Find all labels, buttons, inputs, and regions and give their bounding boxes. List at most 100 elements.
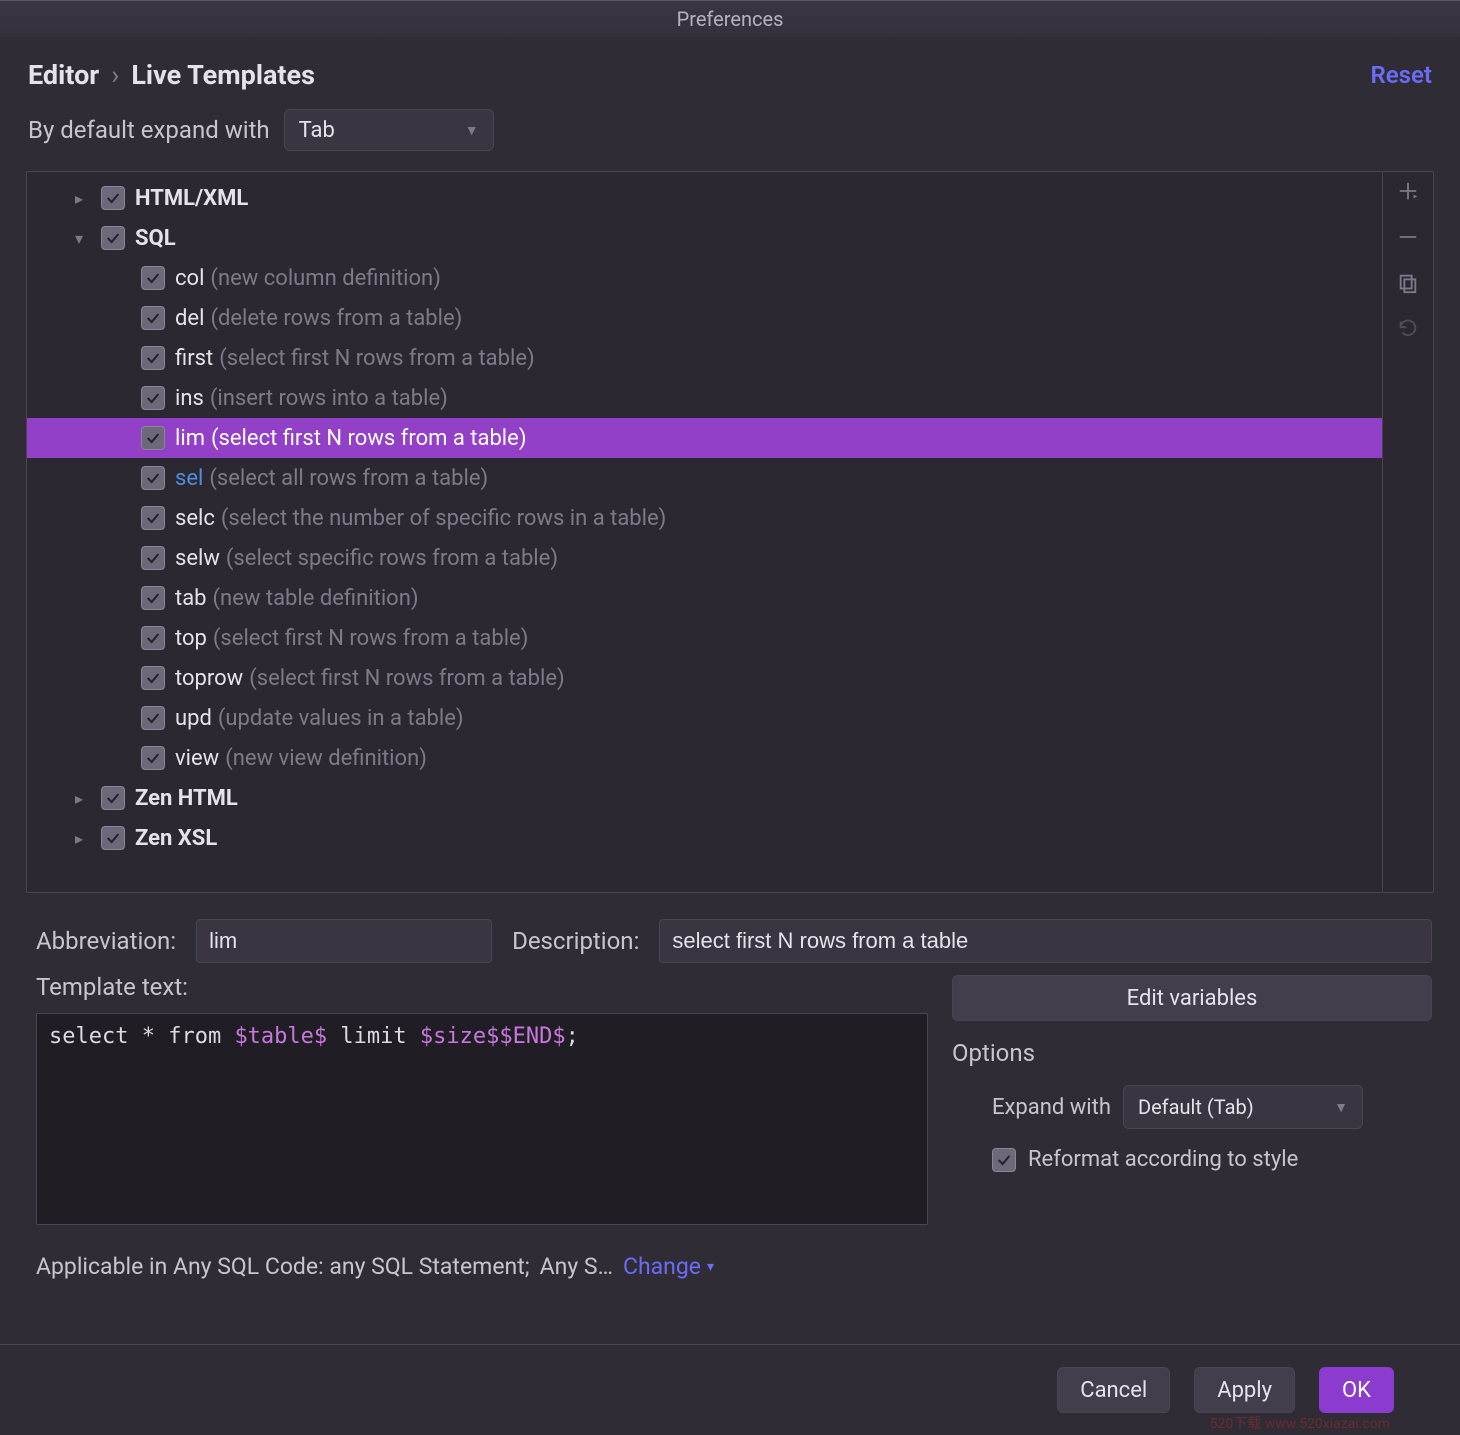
options-header: Options	[952, 1039, 1432, 1067]
template-desc: (select first N rows from a table)	[213, 626, 528, 651]
remove-icon[interactable]	[1397, 226, 1419, 254]
expand-with-value: Tab	[299, 118, 335, 143]
template-col[interactable]: col (new column definition)	[27, 258, 1382, 298]
dropdown-icon: ▼	[1334, 1099, 1348, 1116]
dialog-buttons: Cancel Apply OK 520下载 www.520xiazai.com	[0, 1344, 1460, 1435]
breadcrumb-bar: Editor › Live Templates Reset	[0, 37, 1460, 109]
template-name: toprow	[175, 666, 243, 691]
template-selc[interactable]: selc (select the number of specific rows…	[27, 498, 1382, 538]
template-text-label: Template text:	[36, 973, 928, 1001]
checkbox[interactable]	[101, 786, 125, 810]
template-name: top	[175, 626, 207, 651]
template-del[interactable]: del (delete rows from a table)	[27, 298, 1382, 338]
template-desc: (new column definition)	[210, 266, 440, 291]
watermark: 520下载 www.520xiazai.com	[1210, 1413, 1390, 1433]
expand-with-option-value: Default (Tab)	[1138, 1095, 1254, 1119]
reformat-checkbox[interactable]	[992, 1148, 1016, 1172]
template-text-editor[interactable]: select * from $table$ limit $size$$END$;	[36, 1013, 928, 1225]
abbreviation-input[interactable]	[196, 919, 492, 963]
expand-with-label: By default expand with	[28, 116, 270, 144]
template-desc: (select specific rows from a table)	[226, 546, 558, 571]
tree-group-sql[interactable]: ▾ SQL	[27, 218, 1382, 258]
template-desc: (new table definition)	[213, 586, 419, 611]
checkbox[interactable]	[141, 346, 165, 370]
checkbox[interactable]	[141, 386, 165, 410]
chevron-down-icon: ▾	[707, 1259, 714, 1275]
template-name: lim	[175, 426, 205, 451]
template-tab[interactable]: tab (new table definition)	[27, 578, 1382, 618]
template-selw[interactable]: selw (select specific rows from a table)	[27, 538, 1382, 578]
tree-group-label: Zen XSL	[135, 826, 217, 851]
checkbox[interactable]	[141, 506, 165, 530]
chevron-down-icon[interactable]: ▾	[67, 229, 91, 248]
template-desc: (delete rows from a table)	[210, 306, 462, 331]
tree-group-label: HTML/XML	[135, 186, 248, 211]
template-view[interactable]: view (new view definition)	[27, 738, 1382, 778]
tree-group-label: Zen HTML	[135, 786, 238, 811]
template-toprow[interactable]: toprow (select first N rows from a table…	[27, 658, 1382, 698]
reset-link[interactable]: Reset	[1371, 61, 1432, 89]
checkbox[interactable]	[141, 626, 165, 650]
checkbox[interactable]	[141, 546, 165, 570]
template-name: col	[175, 266, 204, 291]
checkbox[interactable]	[141, 586, 165, 610]
template-desc: (new view definition)	[225, 746, 427, 771]
chevron-right-icon[interactable]: ▸	[67, 189, 91, 208]
checkbox[interactable]	[141, 666, 165, 690]
tree-group-zen-xsl[interactable]: ▸ Zen XSL	[27, 818, 1382, 858]
template-top[interactable]: top (select first N rows from a table)	[27, 618, 1382, 658]
window-title: Preferences	[0, 0, 1460, 37]
cancel-button[interactable]: Cancel	[1057, 1367, 1170, 1413]
copy-icon[interactable]	[1397, 272, 1419, 300]
template-desc: (select the number of specific rows in a…	[221, 506, 666, 531]
tree-group-html-xml[interactable]: ▸ HTML/XML	[27, 178, 1382, 218]
template-desc: (select first N rows from a table)	[249, 666, 564, 691]
checkbox[interactable]	[101, 826, 125, 850]
checkbox[interactable]	[101, 226, 125, 250]
dropdown-icon: ▼	[465, 122, 479, 139]
chevron-right-icon[interactable]: ▸	[67, 789, 91, 808]
applicable-context: Applicable in Any SQL Code: any SQL Stat…	[36, 1253, 530, 1280]
change-contexts-link[interactable]: Change ▾	[623, 1253, 714, 1280]
breadcrumb-leaf: Live Templates	[131, 59, 315, 91]
template-name: tab	[175, 586, 207, 611]
breadcrumb-root[interactable]: Editor	[28, 59, 99, 91]
expand-with-option-combo[interactable]: Default (Tab) ▼	[1123, 1085, 1363, 1129]
template-desc: (select first N rows from a table)	[211, 426, 526, 451]
template-desc: (select first N rows from a table)	[219, 346, 534, 371]
revert-icon[interactable]	[1397, 318, 1419, 346]
template-upd[interactable]: upd (update values in a table)	[27, 698, 1382, 738]
template-name: selc	[175, 506, 215, 531]
templates-tree[interactable]: ▸ HTML/XML ▾ SQL col (new column definit…	[26, 171, 1383, 893]
reformat-label: Reformat according to style	[1028, 1147, 1298, 1172]
checkbox[interactable]	[141, 266, 165, 290]
ok-button[interactable]: OK	[1319, 1367, 1394, 1413]
template-name: first	[175, 346, 213, 371]
checkbox[interactable]	[141, 706, 165, 730]
checkbox[interactable]	[141, 426, 165, 450]
edit-variables-button[interactable]: Edit variables	[952, 975, 1432, 1021]
chevron-right-icon[interactable]: ▸	[67, 829, 91, 848]
checkbox[interactable]	[141, 466, 165, 490]
apply-button[interactable]: Apply	[1194, 1367, 1295, 1413]
template-sel[interactable]: sel (select all rows from a table)	[27, 458, 1382, 498]
template-ins[interactable]: ins (insert rows into a table)	[27, 378, 1382, 418]
template-first[interactable]: first (select first N rows from a table)	[27, 338, 1382, 378]
description-input[interactable]	[659, 919, 1432, 963]
template-name: upd	[175, 706, 212, 731]
template-name: view	[175, 746, 219, 771]
checkbox[interactable]	[141, 306, 165, 330]
add-icon[interactable]	[1397, 180, 1419, 208]
description-label: Description:	[512, 927, 639, 955]
expand-with-option-label: Expand with	[992, 1095, 1111, 1120]
checkbox[interactable]	[101, 186, 125, 210]
template-lim[interactable]: lim (select first N rows from a table)	[27, 418, 1382, 458]
abbreviation-label: Abbreviation:	[36, 927, 176, 955]
template-desc: (update values in a table)	[218, 706, 464, 731]
template-name: del	[175, 306, 204, 331]
template-name: sel	[175, 466, 203, 491]
expand-with-combo[interactable]: Tab ▼	[284, 109, 494, 151]
tree-group-label: SQL	[135, 226, 176, 251]
checkbox[interactable]	[141, 746, 165, 770]
tree-group-zen-html[interactable]: ▸ Zen HTML	[27, 778, 1382, 818]
